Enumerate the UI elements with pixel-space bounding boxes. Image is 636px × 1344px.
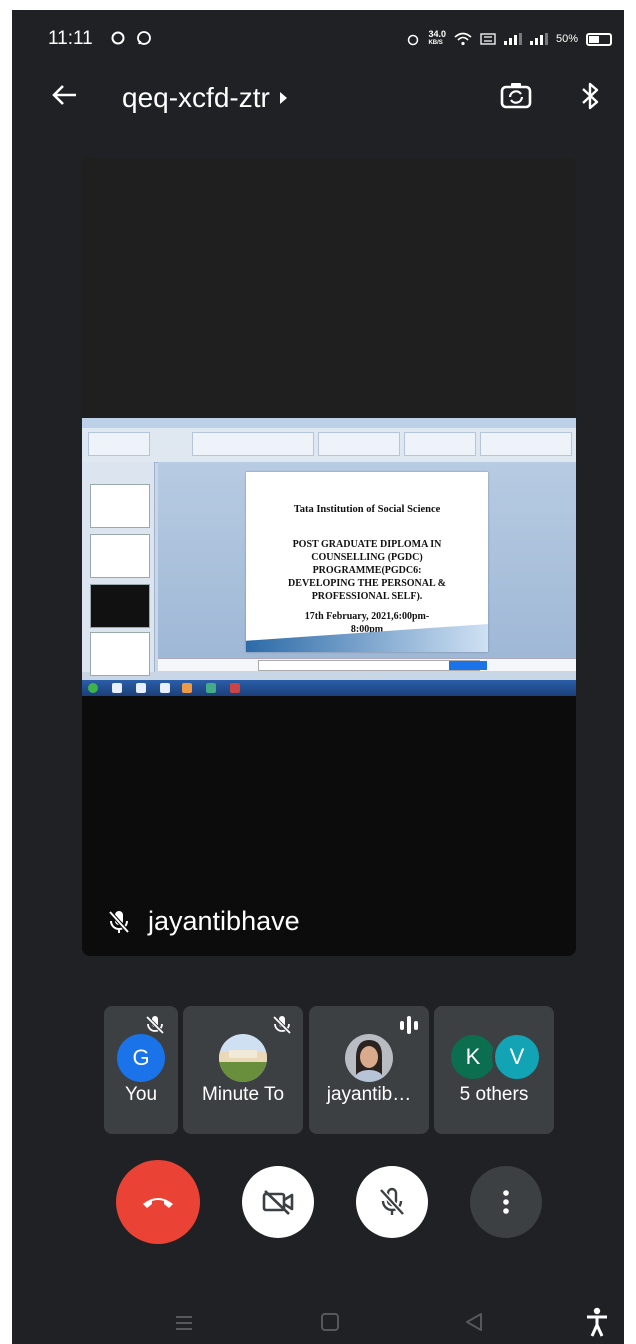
presenter-label: jayantibhave [108,906,300,937]
notes-pane [158,658,576,671]
more-options-button[interactable] [470,1166,542,1238]
accessibility-icon[interactable] [584,1306,610,1338]
signal-icon-2 [529,33,548,45]
sync-icon [111,31,125,45]
camera-toggle-button[interactable] [242,1166,314,1238]
alarm-icon [408,34,419,46]
shared-screen: Tata Institution of Social Science POST … [82,418,576,696]
system-nav-bar [12,1304,624,1344]
windows-taskbar [82,680,576,696]
avatar: V [492,1032,542,1082]
mic-off-icon [272,1015,292,1035]
speaking-indicator-icon [400,1016,418,1034]
office-ribbon [82,418,576,463]
wifi-icon [454,32,472,46]
participant-label: 5 others [459,1084,529,1105]
participant-label: Minute To [201,1084,285,1105]
battery-icon [586,32,612,46]
sharing-banner [258,660,487,671]
avatar [219,1034,267,1082]
recent-apps-icon[interactable] [172,1312,196,1334]
avatar: G [117,1034,165,1082]
presentation-stage[interactable]: Tata Institution of Social Science POST … [82,158,576,956]
more-vert-icon [503,1190,509,1214]
current-slide: Tata Institution of Social Science POST … [246,472,488,652]
meeting-header: qeq-xcfd-ztr [12,68,624,132]
participant-tile-jayantib[interactable]: jayantib… [309,1006,429,1134]
meet-screen: 11:11 34.0 KB/S 50% qeq-xcfd-ztr Tata In… [12,10,624,1344]
participant-label: You [124,1084,158,1105]
bluetooth-audio-icon[interactable] [578,78,602,114]
participant-tile-you[interactable]: G You [104,1006,178,1134]
video-off-icon [262,1190,294,1215]
status-time: 11:11 [48,28,93,49]
hang-up-icon [143,1198,173,1208]
back-arrow-icon[interactable] [50,80,80,110]
slide-institution: Tata Institution of Social Science [293,504,441,515]
slide-programme: POST GRADUATE DIPLOMA IN COUNSELLING (PG… [288,539,446,602]
mic-off-icon [108,910,130,933]
participant-label: jayantib… [326,1084,412,1105]
slide-thumbnails [82,462,155,676]
avatar [345,1034,393,1082]
mic-toggle-button[interactable] [356,1166,428,1238]
end-call-button[interactable] [116,1160,200,1244]
participant-tile-others[interactable]: K V 5 others [434,1006,554,1134]
meeting-title-button[interactable]: qeq-xcfd-ztr [122,82,287,114]
meeting-code: qeq-xcfd-ztr [122,82,270,113]
back-nav-icon[interactable] [462,1310,486,1334]
network-speed: 34.0 KB/S [428,29,446,47]
mic-off-icon [379,1187,405,1216]
whatsapp-icon [137,31,151,45]
battery-percent: 50% [555,33,578,45]
volte-icon [480,33,496,45]
signal-icon [503,33,522,45]
switch-camera-icon[interactable] [498,78,534,114]
home-icon[interactable] [318,1310,342,1334]
mic-off-icon [145,1015,165,1035]
avatar: K [448,1032,498,1082]
status-bar: 11:11 34.0 KB/S 50% [12,10,624,68]
participant-tile-minute-to[interactable]: Minute To [183,1006,303,1134]
call-controls [12,1146,624,1256]
presenter-name: jayantibhave [148,906,300,936]
caret-right-icon [279,92,287,104]
